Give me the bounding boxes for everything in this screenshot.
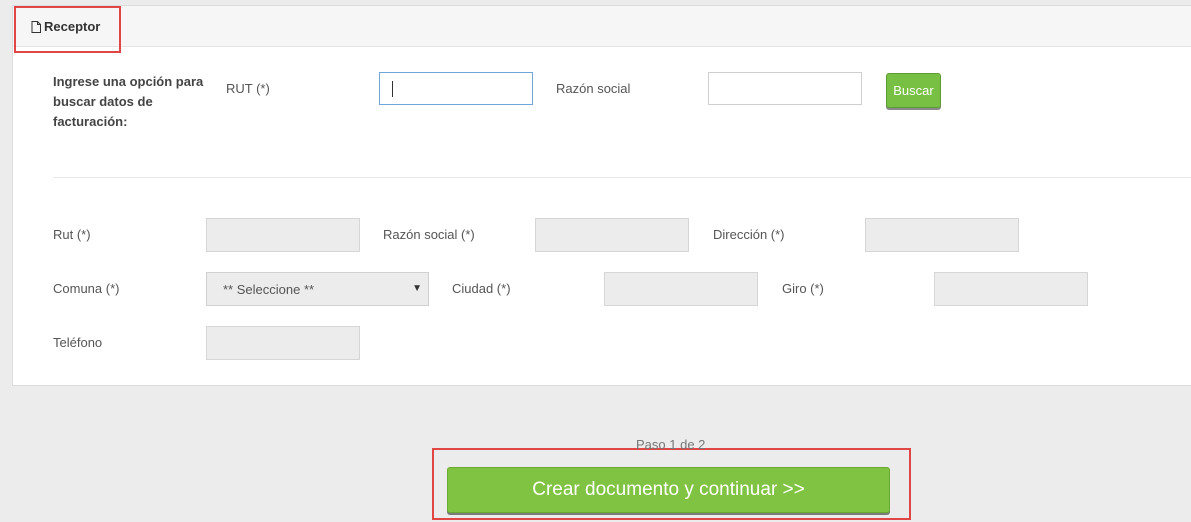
comuna-select[interactable]: ** Seleccione ** ▼: [206, 272, 429, 306]
comuna-label: Comuna (*): [53, 281, 120, 296]
ciudad-field: [604, 272, 758, 306]
search-rut-input[interactable]: [379, 72, 533, 105]
buscar-button[interactable]: Buscar: [886, 73, 941, 108]
text-cursor: [392, 81, 393, 97]
receptor-highlight: [14, 6, 121, 53]
giro-label: Giro (*): [782, 281, 824, 296]
telefono-field: [206, 326, 360, 360]
panel-heading: Receptor: [13, 6, 1191, 47]
razon-social-field: [535, 218, 689, 252]
search-razon-label: Razón social: [556, 81, 631, 96]
comuna-selected-value: ** Seleccione **: [223, 281, 315, 297]
ciudad-label: Ciudad (*): [452, 281, 511, 296]
rut-field: [206, 218, 360, 252]
search-razon-input[interactable]: [708, 72, 862, 105]
direccion-label: Dirección (*): [713, 227, 785, 242]
dropdown-arrow-icon: ▼: [412, 283, 422, 294]
search-rut-label: RUT (*): [226, 81, 270, 96]
step-indicator: Paso 1 de 2: [636, 437, 706, 452]
section-divider: [53, 177, 1191, 178]
search-instruction: Ingrese una opción para buscar datos de …: [53, 74, 204, 129]
create-document-button[interactable]: Crear documento y continuar >>: [447, 467, 890, 513]
telefono-label: Teléfono: [53, 335, 103, 350]
giro-field: [934, 272, 1088, 306]
rut-label: Rut (*): [53, 227, 91, 242]
razon-social-label: Razón social (*): [383, 227, 475, 242]
direccion-field: [865, 218, 1019, 252]
receptor-panel: Receptor: [12, 5, 1191, 386]
